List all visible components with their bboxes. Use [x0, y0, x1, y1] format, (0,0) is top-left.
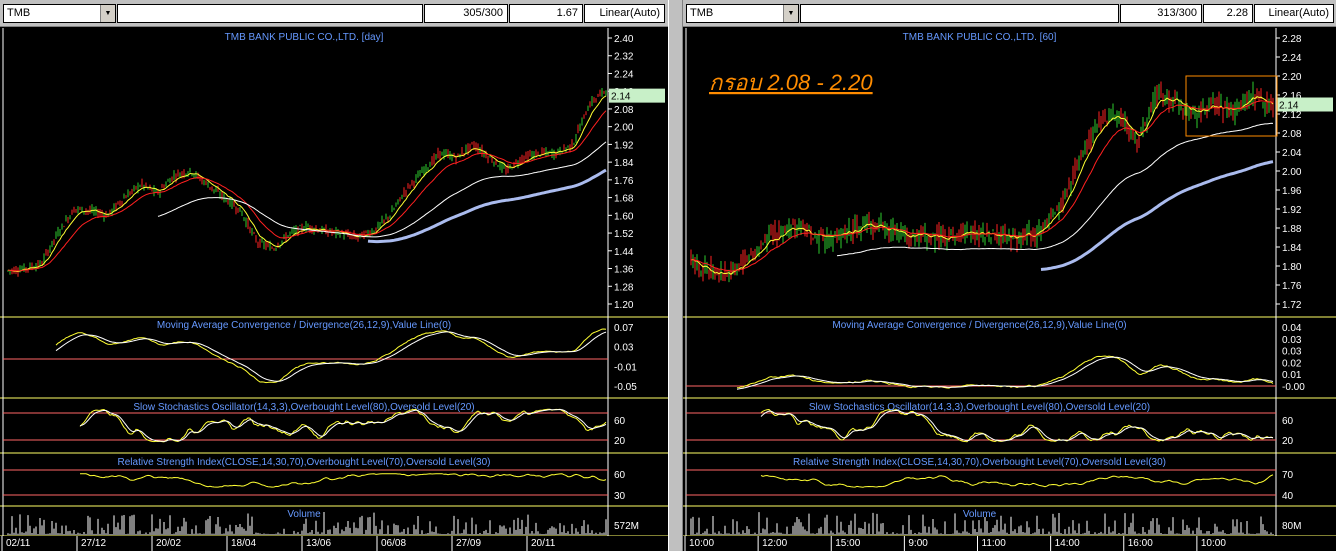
- price-tick-label: 2.04: [1282, 148, 1302, 159]
- time-tick-label: 20/02: [156, 538, 181, 549]
- price-tick-label: 1.76: [614, 176, 634, 187]
- chart-panel-left[interactable]: TMB ▼ 305/300 1.67 Linear(Auto) TMB BANK…: [0, 0, 668, 551]
- time-tick-label: 15:00: [835, 538, 860, 549]
- price-tick-label: 1.20: [614, 300, 634, 311]
- time-tick-label: 10:00: [689, 538, 714, 549]
- stochastic-d-line: [760, 409, 1274, 442]
- macd-signal-line: [55, 331, 607, 382]
- macd-tick-label: 0.03: [1282, 347, 1302, 358]
- rsi-tick-label: 60: [614, 470, 626, 481]
- chart-canvas[interactable]: TMB BANK PUBLIC CO.,LTD. [day] Moving Ave…: [0, 0, 668, 551]
- rsi-line: [80, 473, 607, 488]
- price-tick-label: 2.40: [614, 34, 634, 45]
- price-tick-label: 1.92: [1282, 205, 1302, 216]
- macd-tick-label: 0.01: [1282, 370, 1302, 381]
- rsi-title: Relative Strength Index(CLOSE,14,30,70),…: [118, 457, 491, 468]
- price-tick-label: 2.00: [614, 123, 634, 134]
- moving-average-long: [1040, 160, 1274, 271]
- macd-line: [736, 355, 1274, 389]
- stochastic-tick-label: 20: [614, 436, 626, 447]
- moving-average-slow: [836, 122, 1274, 257]
- macd-tick-label: -0.00: [1282, 382, 1305, 393]
- price-tick-label: 1.72: [1282, 300, 1302, 311]
- macd-title: Moving Average Convergence / Divergence(…: [157, 320, 451, 331]
- volume-title: Volume: [963, 509, 997, 520]
- macd-title: Moving Average Convergence / Divergence(…: [832, 320, 1126, 331]
- time-tick-label: 02/11: [6, 538, 31, 549]
- stochastic-tick-label: 20: [1282, 436, 1294, 447]
- price-tick-label: 1.76: [1282, 281, 1302, 292]
- stochastic-title: Slow Stochastics Oscillator(14,3,3),Over…: [809, 402, 1150, 413]
- stochastic-title: Slow Stochastics Oscillator(14,3,3),Over…: [133, 402, 474, 413]
- price-tick-label: 1.68: [614, 194, 634, 205]
- price-tick-label: 1.60: [614, 211, 634, 222]
- price-tick-label: 2.24: [1282, 53, 1302, 64]
- stochastic-k-line: [79, 408, 607, 443]
- macd-tick-label: 0.02: [1282, 358, 1302, 369]
- price-tick-label: 2.12: [1282, 110, 1302, 121]
- price-tick-label: 1.28: [614, 282, 634, 293]
- rsi-title: Relative Strength Index(CLOSE,14,30,70),…: [793, 457, 1166, 468]
- rsi-tick-label: 40: [1282, 491, 1294, 502]
- time-tick-label: 13/06: [306, 538, 331, 549]
- current-price-label: 2.14: [611, 92, 631, 103]
- price-tick-label: 1.84: [1282, 243, 1302, 254]
- rsi-tick-label: 70: [1282, 470, 1294, 481]
- stochastic-d-line: [79, 408, 607, 442]
- time-tick-label: 06/08: [381, 538, 406, 549]
- panel-splitter[interactable]: [668, 0, 683, 551]
- price-tick-label: 2.28: [1282, 34, 1302, 45]
- moving-average-fast: [7, 95, 607, 273]
- price-tick-label: 2.20: [1282, 72, 1302, 83]
- time-tick-label: 10:00: [1201, 538, 1226, 549]
- time-tick-label: 20/11: [531, 538, 556, 549]
- price-tick-label: 1.84: [614, 158, 634, 169]
- time-tick-label: 18/04: [231, 538, 256, 549]
- macd-tick-label: -0.05: [614, 382, 637, 393]
- chart-annotation: กรอบ 2.08 - 2.20: [709, 70, 873, 95]
- chart-panel-right[interactable]: TMB ▼ 313/300 2.28 Linear(Auto) TMB BANK…: [683, 0, 1336, 551]
- moving-average-mid: [7, 110, 607, 272]
- price-tick-label: 1.96: [1282, 186, 1302, 197]
- macd-tick-label: 0.03: [1282, 335, 1302, 346]
- price-chart-title: TMB BANK PUBLIC CO.,LTD. [60]: [903, 32, 1057, 43]
- stochastic-tick-label: 60: [1282, 416, 1294, 427]
- price-tick-label: 2.32: [614, 52, 634, 63]
- rsi-tick-label: 30: [614, 491, 626, 502]
- macd-tick-label: 0.03: [614, 343, 634, 354]
- volume-title: Volume: [287, 509, 321, 520]
- price-tick-label: 2.08: [614, 105, 634, 116]
- time-tick-label: 16:00: [1128, 538, 1153, 549]
- moving-average-long: [367, 168, 607, 244]
- volume-tick-label: 80M: [1282, 521, 1301, 532]
- price-chart-title: TMB BANK PUBLIC CO.,LTD. [day]: [225, 32, 384, 43]
- price-tick-label: 1.44: [614, 247, 634, 258]
- price-tick-label: 2.00: [1282, 167, 1302, 178]
- time-tick-label: 14:00: [1055, 538, 1080, 549]
- price-tick-label: 2.08: [1282, 129, 1302, 140]
- price-tick-label: 1.80: [1282, 262, 1302, 273]
- chart-canvas[interactable]: TMB BANK PUBLIC CO.,LTD. [60] Moving Aver…: [683, 0, 1336, 551]
- current-price-label: 2.14: [1279, 101, 1299, 112]
- macd-signal-line: [736, 356, 1274, 390]
- price-tick-label: 2.24: [614, 69, 634, 80]
- stochastic-tick-label: 60: [614, 416, 626, 427]
- macd-tick-label: -0.01: [614, 362, 637, 373]
- time-tick-label: 27/12: [81, 538, 106, 549]
- time-tick-label: 11:00: [982, 538, 1007, 549]
- macd-tick-label: 0.04: [1282, 323, 1302, 334]
- time-tick-label: 12:00: [762, 538, 787, 549]
- price-tick-label: 1.36: [614, 265, 634, 276]
- price-tick-label: 1.52: [614, 229, 634, 240]
- volume-tick-label: 572M: [614, 521, 639, 532]
- rsi-line: [760, 474, 1274, 488]
- time-tick-label: 27/09: [456, 538, 481, 549]
- time-tick-label: 9:00: [908, 538, 928, 549]
- price-tick-label: 1.92: [614, 140, 634, 151]
- macd-tick-label: 0.07: [614, 323, 634, 334]
- price-tick-label: 1.88: [1282, 224, 1302, 235]
